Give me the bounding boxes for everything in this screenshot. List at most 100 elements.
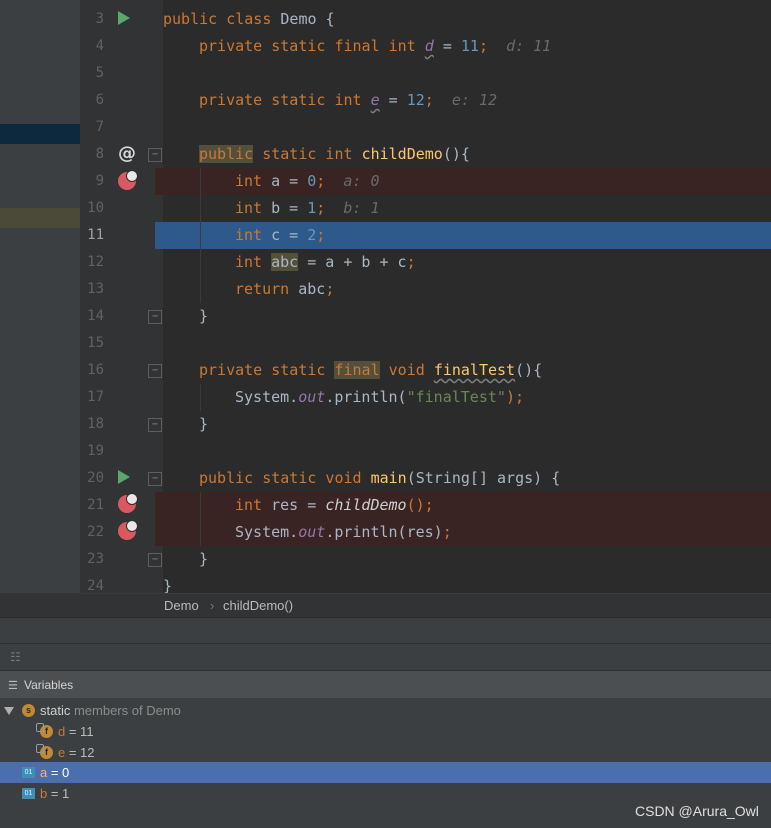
number-literal: 11	[460, 37, 479, 55]
code-line[interactable]: int res = childDemo();	[235, 492, 434, 519]
keyword: public	[199, 145, 254, 163]
code-line[interactable]: private static final int d = 11; d: 11	[199, 33, 551, 60]
line-number: 15	[87, 335, 104, 351]
primitive-badge-icon: 01	[22, 767, 35, 778]
breakpoint-icon[interactable]	[118, 170, 138, 190]
code-line[interactable]: public class Demo {	[163, 6, 335, 33]
line-number: 11	[87, 227, 104, 243]
variable-row[interactable]: 01 b = 1	[0, 783, 771, 804]
breadcrumb-class[interactable]: Demo	[164, 598, 199, 613]
keyword: private static int	[199, 91, 371, 109]
code-line[interactable]: public static void main(String[] args) {	[199, 465, 560, 492]
class-ref: System.	[235, 388, 299, 406]
variable-value: = 11	[65, 724, 94, 739]
debugger-toolbar: ☷	[0, 643, 771, 670]
code-line[interactable]: System.out.println("finalTest");	[235, 384, 524, 411]
semicolon: ;	[424, 91, 434, 109]
variables-title: Variables	[24, 678, 74, 692]
expression: abc	[298, 280, 326, 298]
inline-debug-value: e: 12	[451, 91, 498, 109]
code-line[interactable]: private static int e = 12; e: 12	[199, 87, 497, 114]
variables-list-icon: ☰	[8, 680, 18, 692]
code-line-current[interactable]: int c = 2;	[235, 222, 325, 249]
code-line[interactable]: public static int childDemo(){	[199, 141, 470, 168]
override-annotation-icon[interactable]: @	[118, 143, 136, 164]
fold-collapse-icon[interactable]: −	[148, 310, 162, 324]
variable-row-selected[interactable]: 01 a = 0	[0, 762, 771, 783]
expression: a =	[271, 172, 308, 190]
semicolon: );	[505, 388, 524, 406]
semicolon: ;	[478, 37, 488, 55]
breakpoint-icon[interactable]	[118, 493, 138, 513]
code-line[interactable]: int abc = a + b + c;	[235, 249, 416, 276]
code-line[interactable]: int b = 1; b: 1	[235, 195, 380, 222]
breadcrumb-method[interactable]: childDemo()	[223, 598, 293, 613]
keyword: int	[235, 199, 272, 217]
variable-row[interactable]: f e = 12	[0, 742, 771, 763]
fold-collapse-icon[interactable]: −	[148, 418, 162, 432]
method-call: childDemo	[325, 496, 407, 514]
line-number: 21	[87, 497, 104, 513]
semicolon: ;	[316, 226, 326, 244]
keyword: public static void	[199, 469, 371, 487]
number-literal: 2	[307, 226, 317, 244]
expression: b =	[271, 199, 308, 217]
operator: =	[433, 37, 461, 55]
fold-collapse-icon[interactable]: −	[148, 553, 162, 567]
inline-debug-value: d: 11	[506, 37, 552, 55]
code-line[interactable]: }	[199, 411, 208, 438]
inline-debug-value: b: 1	[343, 199, 380, 217]
variable-row[interactable]: f d = 11	[0, 721, 771, 742]
line-number: 23	[87, 551, 104, 567]
keyword: static int	[253, 145, 362, 163]
variable-value: = 1	[47, 786, 70, 801]
line-number: 8	[95, 146, 104, 162]
semicolon: ;	[316, 172, 326, 190]
run-icon[interactable]	[118, 470, 130, 484]
keyword: return	[235, 280, 299, 298]
indent-guide	[200, 384, 201, 411]
breakpoint-icon[interactable]	[118, 520, 138, 540]
line-number: 18	[87, 416, 104, 432]
params: (String[] args) {	[406, 469, 561, 487]
variable-value: = 12	[65, 745, 95, 760]
restore-layout-icon[interactable]: ☷	[10, 650, 21, 664]
fold-collapse-icon[interactable]: −	[148, 472, 162, 486]
code-line[interactable]: private static final void finalTest(){	[199, 357, 542, 384]
semicolon: ();	[406, 496, 434, 514]
line-number: 13	[87, 281, 104, 297]
code-line[interactable]: }	[199, 546, 208, 573]
code-line[interactable]: return abc;	[235, 276, 334, 303]
field-badge-icon: f	[36, 723, 53, 738]
project-tree-selection[interactable]	[0, 124, 80, 144]
number-literal: 12	[406, 91, 425, 109]
keyword: int	[235, 253, 272, 271]
method-call: .println(	[325, 388, 407, 406]
code-line[interactable]: System.out.println(res);	[235, 519, 452, 546]
variable-label: b = 1	[40, 786, 69, 801]
variable-name: abc	[271, 253, 299, 271]
line-number: 9	[95, 173, 104, 189]
code-line[interactable]: }	[199, 303, 208, 330]
field-name: out	[298, 523, 326, 541]
line-number: 22	[87, 524, 104, 540]
panel-divider[interactable]	[0, 617, 771, 644]
paren: (){	[515, 361, 543, 379]
tree-node-static[interactable]: s static members of Demo	[0, 700, 771, 721]
fold-collapse-icon[interactable]: −	[148, 364, 162, 378]
code-line[interactable]: int a = 0; a: 0	[235, 168, 380, 195]
field-name: e	[370, 91, 380, 109]
line-number: 6	[95, 92, 104, 108]
expand-triangle-icon[interactable]	[4, 707, 14, 715]
project-tree-highlight[interactable]	[0, 208, 80, 228]
run-icon[interactable]	[118, 11, 130, 25]
paren: (){	[442, 145, 470, 163]
variables-header: ☰ Variables	[0, 670, 771, 699]
line-number: 4	[95, 38, 104, 54]
primitive-badge-icon: 01	[22, 788, 35, 799]
indent-guide	[200, 168, 201, 303]
keyword: int	[235, 496, 272, 514]
breadcrumb-separator-icon: ›	[210, 598, 215, 613]
fold-collapse-icon[interactable]: −	[148, 148, 162, 162]
variable-value: = 0	[47, 765, 70, 780]
